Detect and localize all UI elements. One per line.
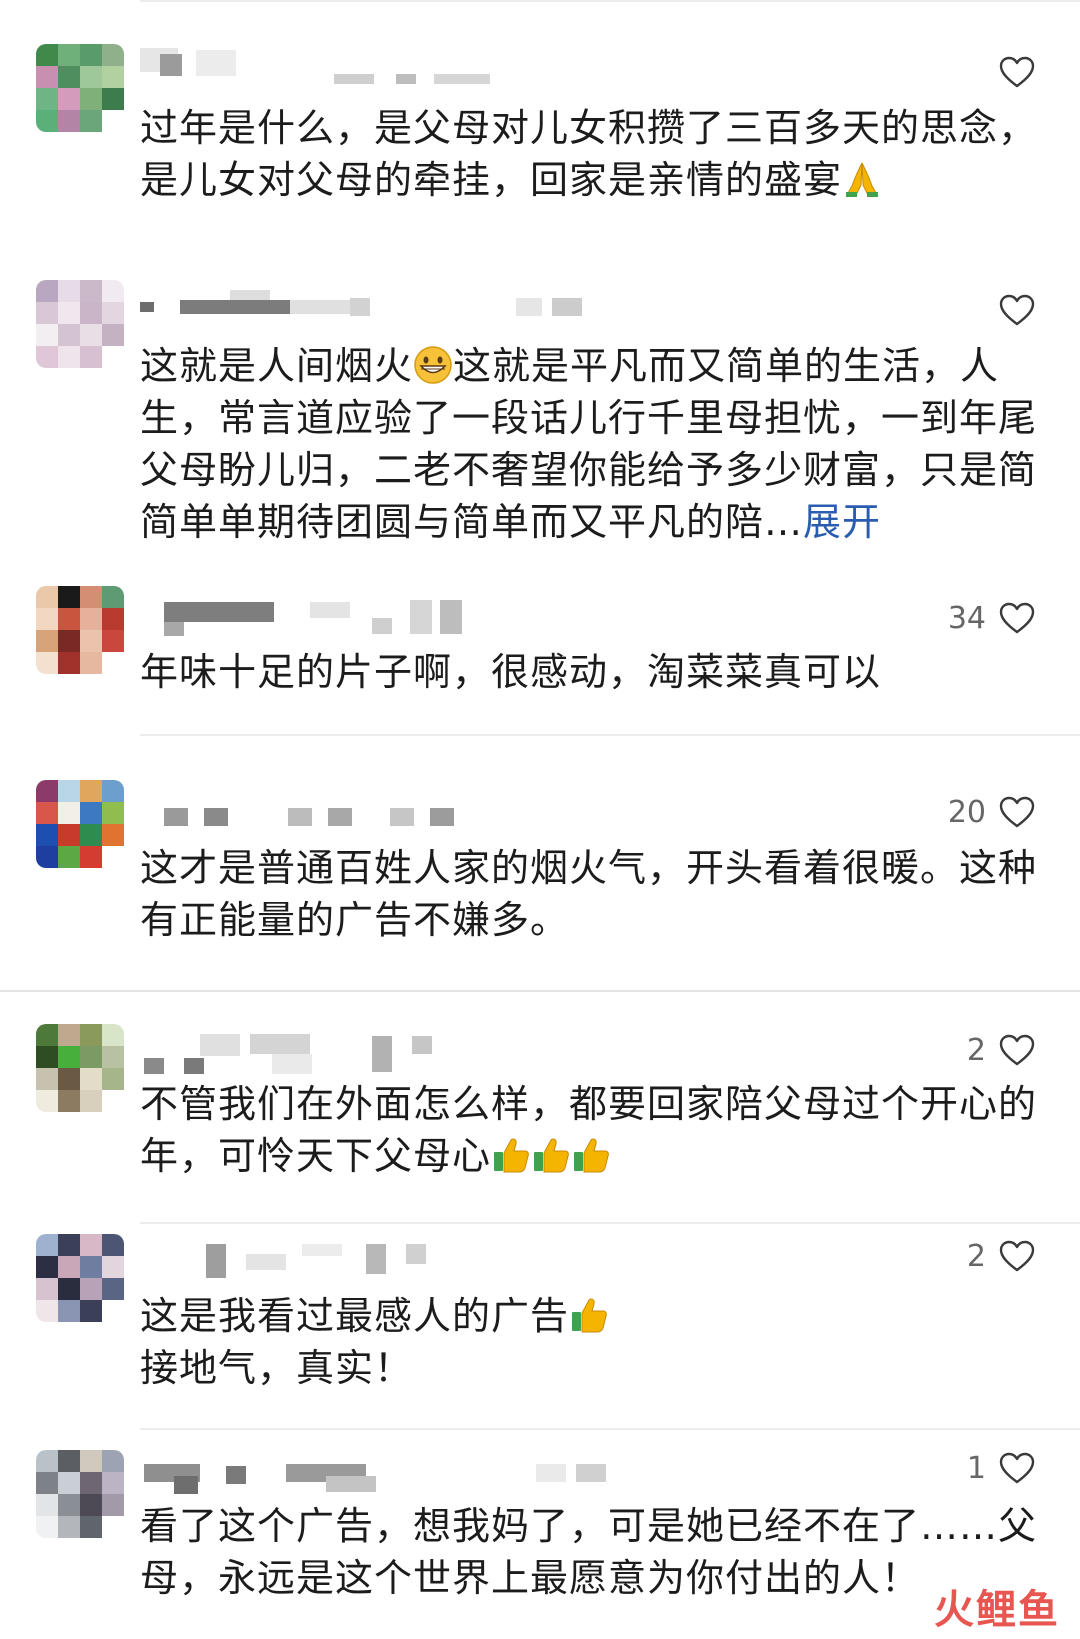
divider (140, 0, 1080, 2)
like-button[interactable]: 1 (967, 1448, 1036, 1488)
heart-icon (998, 293, 1036, 327)
username-blurred[interactable] (140, 796, 480, 836)
username-blurred[interactable] (140, 1240, 460, 1280)
divider (140, 1428, 1080, 1430)
thumbs-up-icon (491, 1135, 531, 1175)
username-blurred[interactable] (140, 594, 480, 636)
thumbs-up-icon (531, 1135, 571, 1175)
like-button[interactable]: 20 (948, 792, 1036, 832)
avatar[interactable] (36, 280, 124, 368)
comment-text: 年味十足的片子啊，很感动，淘菜菜真可以 (140, 650, 882, 694)
heart-icon (998, 1239, 1036, 1273)
comment-text: 不管我们在外面怎么样，都要回家陪父母过个开心的年，可怜天下父母心 (140, 1082, 1038, 1178)
like-button[interactable] (986, 290, 1036, 330)
thumbs-up-icon (569, 1295, 609, 1335)
username-blurred[interactable] (140, 48, 500, 88)
like-count: 2 (966, 1032, 986, 1068)
heart-icon (998, 1451, 1036, 1485)
expand-link[interactable]: 展开 (803, 500, 881, 544)
heart-icon (998, 601, 1036, 635)
like-button[interactable]: 34 (948, 598, 1036, 638)
comment-text: 这是我看过最感人的广告 接地气，真实！ (140, 1290, 1040, 1394)
divider (0, 990, 1080, 992)
like-button[interactable]: 2 (967, 1030, 1036, 1070)
avatar[interactable] (36, 1450, 124, 1538)
avatar[interactable] (36, 1024, 124, 1112)
heart-icon (998, 795, 1036, 829)
divider (140, 734, 1080, 736)
like-count: 20 (947, 794, 986, 830)
thumbs-up-icon (571, 1135, 611, 1175)
like-button[interactable]: 2 (967, 1236, 1036, 1276)
username-blurred[interactable] (140, 290, 620, 330)
avatar[interactable] (36, 780, 124, 868)
grinning-face-icon (413, 345, 453, 385)
like-button[interactable] (986, 52, 1036, 92)
avatar[interactable] (36, 1234, 124, 1322)
like-count: 34 (947, 600, 986, 636)
comment-text: 看了这个广告，想我妈了，可是她已经不在了……父母，永远是这个世界上最愿意为你付出… (140, 1504, 1038, 1600)
username-blurred[interactable] (140, 1458, 620, 1498)
comment-text: 这才是普通百姓人家的烟火气，开头看着很暖。这种有正能量的广告不嫌多。 (140, 846, 1038, 942)
heart-icon (998, 55, 1036, 89)
like-count: 2 (966, 1238, 986, 1274)
comment-text: 这就是人间烟火 这就是平凡而又简单的生活，人生，常言道应验了一段话儿行千里母担忧，… (140, 344, 1038, 544)
watermark-logo: 火鲤鱼 (934, 1587, 1060, 1633)
divider (140, 1222, 1080, 1224)
comment-text: 过年是什么，是父母对儿女积攒了三百多天的思念，是儿女对父母的牵挂，回家是亲情的盛… (140, 106, 1038, 202)
avatar[interactable] (36, 586, 124, 674)
username-blurred[interactable] (140, 1034, 480, 1074)
avatar[interactable] (36, 44, 124, 132)
praying-hands-icon (842, 159, 882, 199)
like-count: 1 (966, 1450, 986, 1486)
heart-icon (998, 1033, 1036, 1067)
